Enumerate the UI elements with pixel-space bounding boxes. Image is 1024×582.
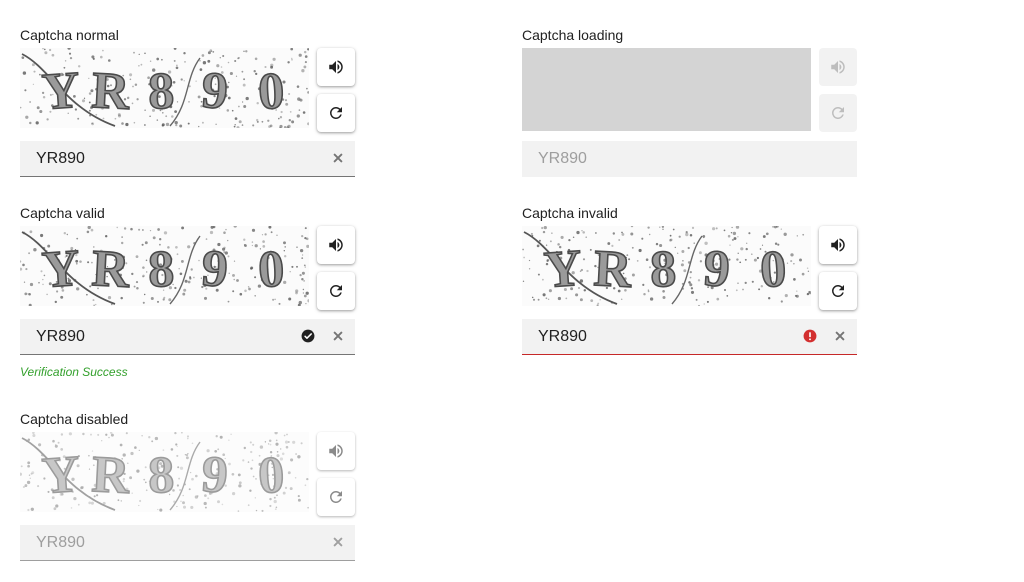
error-circle-icon — [803, 329, 817, 343]
svg-text:Y: Y — [40, 446, 81, 505]
svg-text:9: 9 — [200, 62, 230, 121]
speaker-icon — [327, 236, 345, 254]
refresh-button[interactable] — [819, 272, 857, 310]
svg-text:R: R — [90, 240, 132, 299]
close-icon[interactable] — [331, 535, 345, 549]
svg-text:8: 8 — [147, 447, 175, 505]
refresh-button[interactable] — [317, 94, 355, 132]
refresh-button[interactable] — [819, 94, 857, 132]
refresh-icon — [829, 104, 847, 122]
svg-text:0: 0 — [257, 241, 286, 299]
svg-text:9: 9 — [200, 446, 230, 505]
audio-button[interactable] — [317, 432, 355, 470]
captcha-input[interactable] — [20, 525, 296, 560]
check-circle-icon — [301, 329, 315, 343]
captcha-invalid-label: Captcha invalid — [522, 205, 618, 221]
audio-button[interactable] — [819, 226, 857, 264]
captcha-input[interactable] — [522, 141, 798, 176]
refresh-button[interactable] — [317, 272, 355, 310]
refresh-icon — [327, 488, 345, 506]
close-icon[interactable] — [331, 151, 345, 165]
close-icon[interactable] — [833, 329, 847, 343]
svg-text:0: 0 — [759, 241, 788, 299]
audio-button[interactable] — [819, 48, 857, 86]
captcha-image: YR890 — [20, 48, 309, 128]
speaker-icon — [327, 58, 345, 76]
svg-text:R: R — [90, 62, 132, 121]
svg-text:9: 9 — [200, 240, 230, 299]
speaker-icon — [829, 58, 847, 76]
captcha-input-field — [20, 525, 355, 561]
close-icon[interactable] — [331, 329, 345, 343]
svg-text:9: 9 — [702, 240, 732, 299]
refresh-button[interactable] — [317, 478, 355, 516]
captcha-image: YR890 — [522, 226, 811, 306]
captcha-input-field — [522, 141, 857, 177]
audio-button[interactable] — [317, 226, 355, 264]
svg-text:Y: Y — [542, 240, 583, 299]
captcha-input-field — [20, 319, 355, 355]
speaker-icon — [829, 236, 847, 254]
svg-text:R: R — [592, 240, 634, 299]
refresh-icon — [327, 104, 345, 122]
captcha-image: YR890 — [20, 226, 309, 306]
svg-text:Y: Y — [40, 240, 81, 299]
captcha-loading-label: Captcha loading — [522, 27, 624, 43]
captcha-disabled-label: Captcha disabled — [20, 411, 129, 427]
svg-text:R: R — [90, 446, 132, 505]
captcha-image-placeholder — [522, 48, 811, 131]
refresh-icon — [829, 282, 847, 300]
svg-text:Y: Y — [40, 62, 81, 121]
helper-text-success: Verification Success — [20, 365, 128, 379]
captcha-image: YR890 — [20, 432, 309, 512]
svg-text:0: 0 — [257, 63, 286, 121]
svg-text:0: 0 — [257, 447, 286, 505]
speaker-icon — [327, 442, 345, 460]
refresh-icon — [327, 282, 345, 300]
captcha-input-field — [20, 141, 355, 177]
captcha-input[interactable] — [522, 319, 798, 354]
svg-text:8: 8 — [649, 241, 677, 299]
captcha-input[interactable] — [20, 319, 296, 354]
captcha-input[interactable] — [20, 141, 296, 176]
captcha-valid-label: Captcha valid — [20, 205, 105, 221]
captcha-normal-label: Captcha normal — [20, 27, 119, 43]
captcha-input-field — [522, 319, 857, 355]
svg-text:8: 8 — [147, 241, 175, 299]
svg-text:8: 8 — [147, 63, 175, 121]
audio-button[interactable] — [317, 48, 355, 86]
